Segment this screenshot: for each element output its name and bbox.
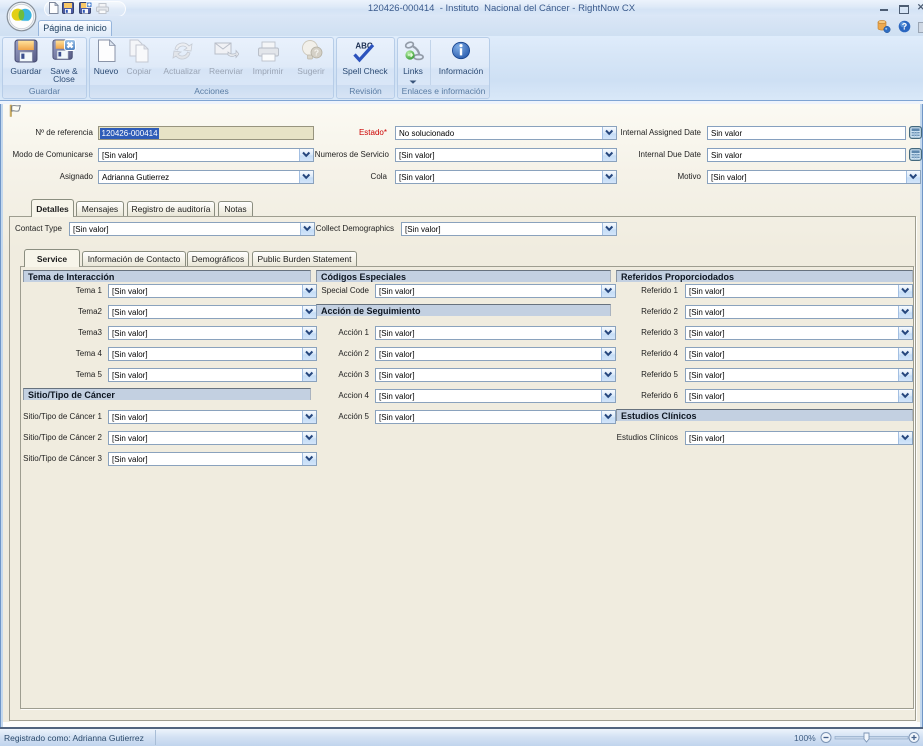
svg-text:?: ? [314,48,319,58]
svg-text:?: ? [902,22,908,32]
